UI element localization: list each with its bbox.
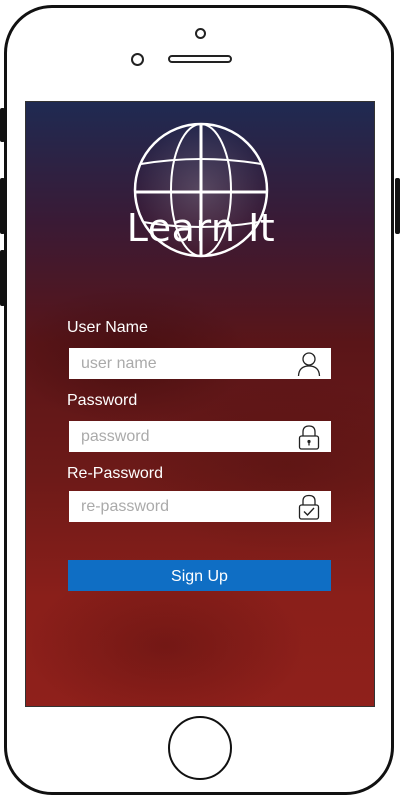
app-title: Learn It bbox=[126, 206, 276, 250]
password-field[interactable] bbox=[69, 421, 331, 452]
earpiece-speaker bbox=[168, 55, 232, 63]
password-input[interactable] bbox=[69, 421, 289, 452]
proximity-sensor bbox=[131, 53, 144, 66]
username-label: User Name bbox=[67, 319, 148, 336]
repassword-field[interactable] bbox=[69, 491, 331, 522]
repassword-label: Re-Password bbox=[67, 465, 164, 482]
signup-button[interactable]: Sign Up bbox=[68, 560, 331, 591]
home-button[interactable] bbox=[168, 716, 232, 780]
username-input[interactable] bbox=[69, 348, 289, 379]
repassword-input[interactable] bbox=[69, 491, 289, 522]
password-label: Password bbox=[67, 392, 138, 409]
lock-icon bbox=[298, 425, 320, 450]
user-icon bbox=[297, 352, 321, 377]
front-camera bbox=[195, 28, 206, 39]
app-screen: Learn It User Name Password Re-Password … bbox=[25, 101, 375, 707]
phone-side-button-right bbox=[395, 178, 400, 234]
phone-side-button-left-2 bbox=[0, 178, 5, 234]
username-field[interactable] bbox=[69, 348, 331, 379]
lock-check-icon bbox=[298, 494, 320, 520]
phone-side-button-left-3 bbox=[0, 250, 5, 306]
phone-side-button-left-1 bbox=[0, 108, 5, 142]
